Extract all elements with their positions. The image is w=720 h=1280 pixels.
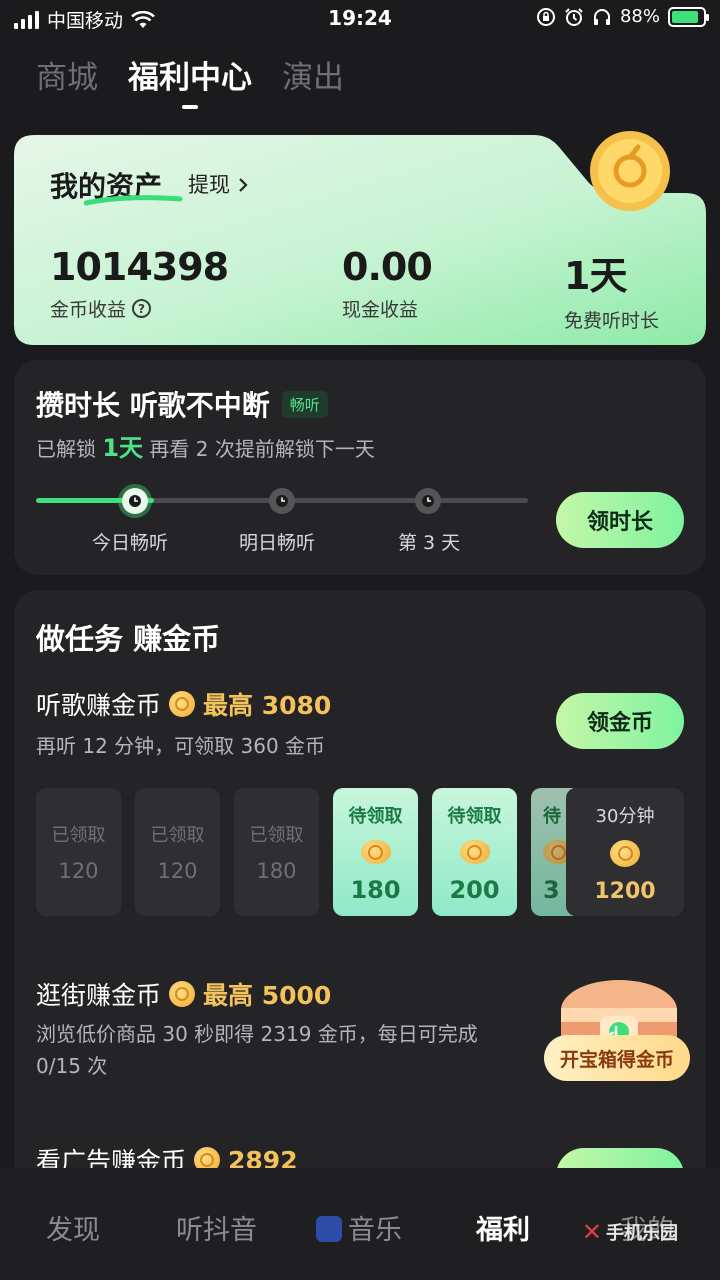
coin-icon [360, 840, 391, 864]
music-task-label: 听歌赚金币 [36, 691, 162, 720]
slot-status: 已领取 [150, 825, 205, 846]
coin-icon [169, 981, 196, 1007]
chevron-right-icon [238, 178, 248, 192]
lock-rotation-icon [536, 7, 555, 26]
free-listen-label: 免费听时长 [564, 310, 660, 332]
music-app-icon [316, 1216, 342, 1242]
reward-slot-30min: 30分钟 1200 [566, 788, 684, 916]
stat-cash-earnings[interactable]: 0.00 现金收益 [342, 245, 433, 322]
milestone-label-tomorrow: 明日畅听 [239, 532, 316, 554]
tasks-heading: 做任务 赚金币 [36, 622, 221, 656]
shop-task-sub-line1: 浏览低价商品 30 秒即得 2319 金币，每日可完成 [36, 1022, 478, 1046]
nav-welfare[interactable]: 福利 [476, 1208, 530, 1247]
reward-slot: 已领取 180 [234, 788, 319, 916]
coin-decoration-icon [590, 131, 670, 211]
listen-sub-highlight: 1天 [102, 434, 144, 462]
nav-discover[interactable]: 发现 [46, 1208, 100, 1247]
milestone-label-day3: 第 3 天 [398, 532, 461, 554]
battery-percent: 88% [619, 6, 660, 27]
milestone-node-today [122, 488, 148, 514]
status-bar: 中国移动 19:24 88% [0, 0, 720, 40]
listen-sub-suffix: 再看 2 次提前解锁下一天 [149, 437, 375, 461]
assets-card: 我的资产 提现 1014398 金币收益 ? 0.00 现金收益 1天 免费听时… [14, 131, 706, 345]
slot-value: 200 [449, 876, 500, 904]
coin-stack-icon [610, 840, 640, 867]
slot-value: 3 [543, 876, 560, 904]
free-listen-value: 1天 [564, 254, 627, 298]
music-task-title: 听歌赚金币 最高 3080 [36, 686, 331, 722]
milestone-node-day3 [415, 488, 441, 514]
slot-value: 120 [58, 859, 99, 883]
slot-status: 待领取 [348, 806, 403, 827]
reward-slot-pending[interactable]: 待领取 180 [333, 788, 418, 916]
clock-icon [276, 495, 288, 507]
slot-status: 已领取 [51, 825, 106, 846]
reward-slot: 已领取 120 [36, 788, 121, 916]
coin-icon [459, 840, 490, 864]
cash-earnings-value: 0.00 [342, 245, 433, 289]
slot-value: 1200 [594, 879, 656, 904]
title-underline [84, 195, 183, 206]
stat-free-listen[interactable]: 1天 免费听时长 [564, 245, 659, 333]
claim-time-button[interactable]: 领时长 [556, 492, 684, 548]
coin-earnings-label: 金币收益 [50, 299, 127, 321]
slot-value: 120 [157, 859, 198, 883]
clock-icon [129, 495, 141, 507]
shop-task-sub-line2: 0/15 次 [36, 1054, 108, 1078]
headphones-icon [593, 8, 610, 25]
listen-title-text: 攒时长 听歌不中断 [36, 389, 270, 422]
milestone-node-tomorrow [269, 488, 295, 514]
shop-task-max: 最高 5000 [203, 981, 332, 1010]
listen-subtitle: 已解锁 1天 再看 2 次提前解锁下一天 [36, 428, 375, 463]
stat-coin-earnings[interactable]: 1014398 金币收益 ? [50, 245, 229, 322]
reward-slot-pending[interactable]: 待领取 200 [432, 788, 517, 916]
slot-status: 已领取 [249, 825, 304, 846]
nav-music[interactable]: 音乐 [316, 1208, 402, 1247]
slot-status: 待领取 [447, 806, 502, 827]
music-task-max: 最高 3080 [203, 691, 332, 720]
slot-status: 待 [543, 806, 561, 827]
music-task-subtitle: 再听 12 分钟，可领取 360 金币 [36, 734, 326, 758]
help-icon[interactable]: ? [132, 299, 152, 318]
clock-icon [422, 495, 434, 507]
alarm-icon [565, 7, 583, 26]
open-chest-button[interactable]: 开宝箱得金币 [544, 1035, 690, 1081]
coin-icon [169, 691, 196, 717]
withdraw-label: 提现 [188, 173, 230, 197]
cash-earnings-label: 现金收益 [342, 299, 419, 321]
nav-music-label: 音乐 [348, 1215, 402, 1246]
claim-coins-button[interactable]: 领金币 [556, 693, 684, 749]
status-right: 88% [536, 6, 709, 27]
tab-shows[interactable]: 演出 [282, 52, 344, 97]
listen-tag: 畅听 [281, 390, 328, 418]
bottom-nav: 发现 听抖音 音乐 福利 我的 ✕ 手机乐园 [0, 1168, 720, 1280]
listen-card-title: 攒时长 听歌不中断 畅听 [36, 384, 328, 424]
battery-icon [668, 6, 709, 27]
shop-task-title: 逛街赚金币 最高 5000 [36, 976, 331, 1012]
tab-mall[interactable]: 商城 [36, 52, 98, 97]
listen-time-card: 攒时长 听歌不中断 畅听 已解锁 1天 再看 2 次提前解锁下一天 今日畅听 明… [14, 360, 706, 575]
withdraw-link[interactable]: 提现 [188, 169, 249, 199]
milestone-label-today: 今日畅听 [92, 532, 169, 554]
listen-sub-prefix: 已解锁 [36, 437, 96, 461]
slot-value: 180 [256, 859, 297, 883]
nav-listen-douyin[interactable]: 听抖音 [176, 1208, 257, 1247]
slot-value: 180 [350, 876, 401, 904]
tab-welfare-center[interactable]: 福利中心 [128, 52, 252, 109]
coin-earnings-value: 1014398 [50, 245, 229, 289]
shop-task-label: 逛街赚金币 [36, 981, 162, 1010]
watermark-x-icon: ✕ [581, 1218, 602, 1246]
watermark-logo: ✕ 手机乐园 [582, 1218, 678, 1246]
top-tabs: 商城 福利中心 演出 [36, 52, 344, 109]
watermark-text: 手机乐园 [606, 1223, 678, 1244]
shop-task-subtitle: 浏览低价商品 30 秒即得 2319 金币，每日可完成 0/15 次 [36, 1018, 536, 1082]
slot-status: 30分钟 [595, 806, 655, 827]
reward-slot: 已领取 120 [135, 788, 220, 916]
